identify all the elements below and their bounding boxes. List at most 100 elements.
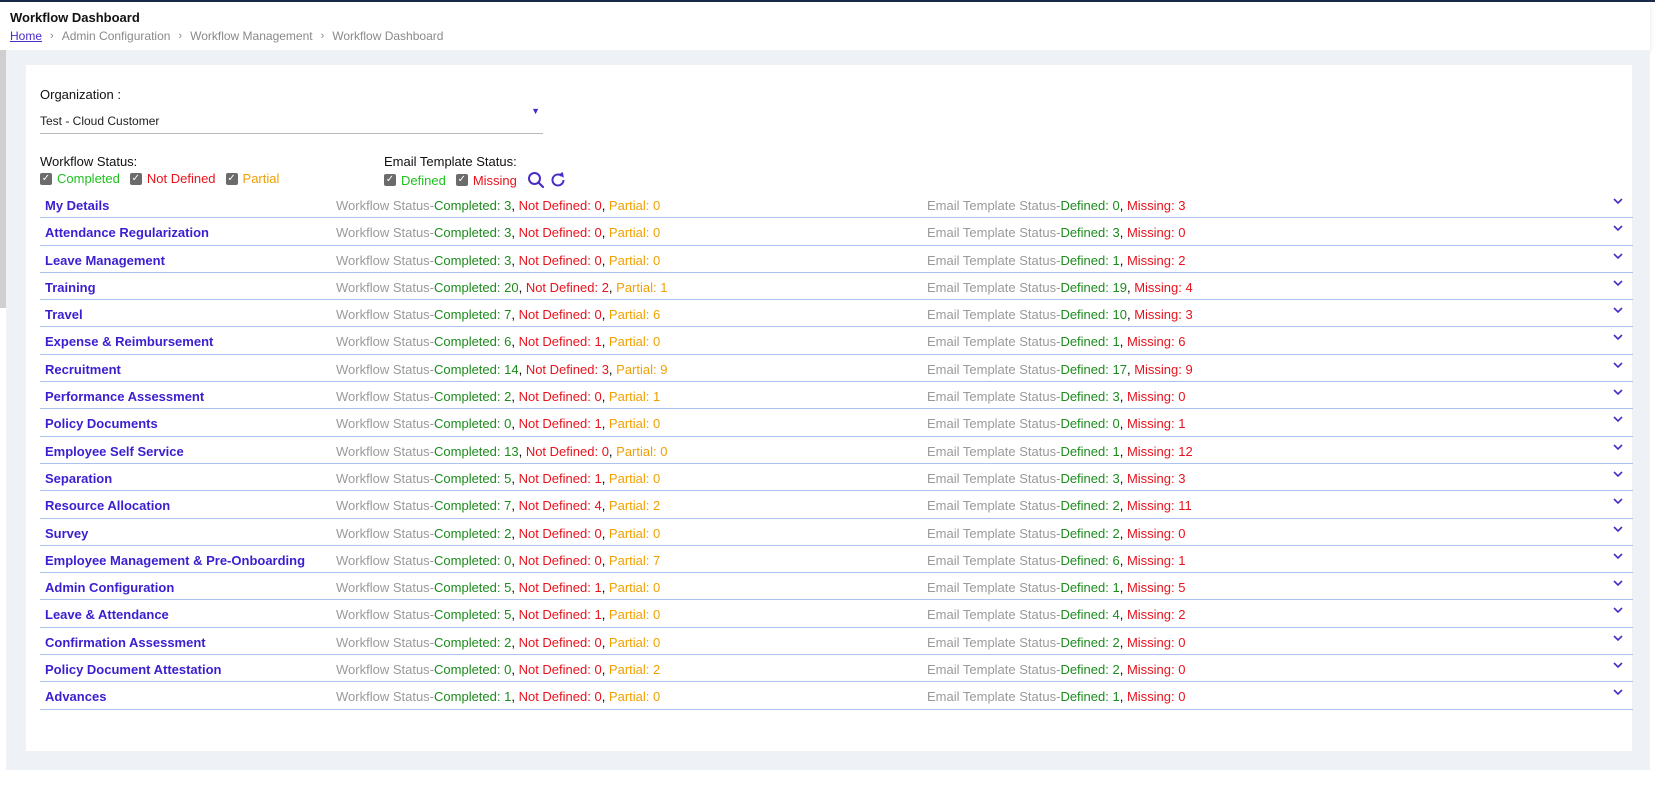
table-row[interactable]: Leave & Attendance Workflow Status-Compl… [40, 600, 1633, 628]
table-row[interactable]: Survey Workflow Status-Completed: 2, Not… [40, 519, 1633, 546]
workflow-status-summary: Workflow Status-Completed: 0, Not Define… [336, 416, 661, 432]
module-name-link[interactable]: Resource Allocation [45, 498, 170, 513]
email-template-status-summary: Email Template Status-Defined: 0, Missin… [927, 198, 1186, 213]
chevron-down-icon[interactable] [1613, 602, 1623, 617]
table-row[interactable]: Travel Workflow Status-Completed: 7, Not… [40, 300, 1633, 328]
email-template-status-summary: Email Template Status-Defined: 1, Missin… [927, 443, 1193, 459]
breadcrumb-admin-configuration[interactable]: Admin Configuration [62, 29, 171, 43]
email-template-status-summary: Email Template Status-Defined: 17, Missi… [927, 361, 1193, 377]
missing-label: Missing [472, 172, 517, 188]
module-name-link[interactable]: Employee Self Service [45, 444, 184, 459]
table-row[interactable]: Attendance Regularization Workflow Statu… [40, 218, 1633, 246]
module-name-link[interactable]: Employee Management & Pre-Onboarding [45, 553, 305, 568]
module-name-link[interactable]: Survey [45, 526, 88, 541]
workflow-status-summary: Workflow Status-Completed: 2, Not Define… [336, 634, 661, 650]
table-row[interactable]: Leave Management Workflow Status-Complet… [40, 246, 1633, 273]
organization-value: Test - Cloud Customer [40, 114, 160, 128]
email-template-status-summary: Email Template Status-Defined: 2, Missin… [927, 634, 1186, 650]
not-defined-checkbox[interactable]: ✓ [129, 172, 142, 185]
module-name-link[interactable]: Attendance Regularization [45, 225, 209, 240]
email-template-status-label: Email Template Status: [384, 154, 517, 169]
module-name-link[interactable]: Policy Document Attestation [45, 662, 221, 677]
email-template-status-summary: Email Template Status-Defined: 2, Missin… [927, 498, 1192, 514]
table-row[interactable]: Policy Document Attestation Workflow Sta… [40, 655, 1633, 683]
chevron-down-icon[interactable] [1613, 548, 1623, 563]
table-row[interactable]: Advances Workflow Status-Completed: 1, N… [40, 682, 1633, 710]
workflow-status-summary: Workflow Status-Completed: 7, Not Define… [336, 307, 661, 323]
workflow-status-summary: Workflow Status-Completed: 3, Not Define… [336, 198, 661, 213]
module-name-link[interactable]: Expense & Reimbursement [45, 334, 213, 349]
email-template-status-summary: Email Template Status-Defined: 4, Missin… [927, 607, 1186, 623]
dashboard-card: Organization : Test - Cloud Customer ▼ W… [26, 65, 1633, 751]
caret-down-icon: ▼ [531, 106, 540, 116]
breadcrumb-workflow-management[interactable]: Workflow Management [190, 29, 313, 43]
workflow-status-summary: Workflow Status-Completed: 3, Not Define… [336, 252, 661, 268]
defined-checkbox[interactable]: ✓ [384, 174, 396, 186]
table-row[interactable]: Training Workflow Status-Completed: 20, … [40, 273, 1633, 301]
completed-checkbox[interactable]: ✓ [40, 172, 52, 185]
module-name-link[interactable]: Performance Assessment [45, 389, 204, 404]
table-row[interactable]: Employee Management & Pre-Onboarding Wor… [40, 546, 1633, 574]
completed-label: Completed [57, 171, 120, 186]
chevron-down-icon[interactable] [1613, 411, 1623, 426]
module-name-link[interactable]: Training [45, 280, 96, 295]
module-name-link[interactable]: Leave Management [45, 253, 165, 268]
table-row[interactable]: Confirmation Assessment Workflow Status-… [40, 628, 1633, 656]
module-name-link[interactable]: Leave & Attendance [45, 607, 169, 622]
email-template-status-summary: Email Template Status-Defined: 1, Missin… [927, 689, 1186, 705]
refresh-icon[interactable] [549, 171, 567, 189]
chevron-down-icon[interactable] [1613, 193, 1623, 208]
organization-label: Organization : [40, 87, 121, 102]
chevron-down-icon[interactable] [1613, 493, 1623, 508]
table-row[interactable]: Performance Assessment Workflow Status-C… [40, 382, 1633, 410]
partial-label: Partial [242, 171, 280, 186]
chevron-down-icon[interactable] [1613, 521, 1623, 536]
module-name-link[interactable]: Policy Documents [45, 416, 158, 431]
chevron-down-icon[interactable] [1613, 657, 1623, 672]
partial-checkbox[interactable]: ✓ [225, 172, 238, 185]
module-name-link[interactable]: Advances [45, 689, 106, 704]
email-template-status-summary: Email Template Status-Defined: 0, Missin… [927, 416, 1186, 432]
module-name-link[interactable]: Admin Configuration [45, 580, 174, 595]
chevron-down-icon[interactable] [1613, 220, 1623, 235]
chevron-down-icon[interactable] [1613, 248, 1623, 263]
table-row[interactable]: Recruitment Workflow Status-Completed: 1… [40, 355, 1633, 383]
organization-select[interactable]: Test - Cloud Customer ▼ [40, 106, 543, 134]
table-row[interactable]: Expense & Reimbursement Workflow Status-… [40, 327, 1633, 355]
chevron-down-icon[interactable] [1613, 329, 1623, 344]
workflow-status-summary: Workflow Status-Completed: 1, Not Define… [336, 689, 661, 705]
module-name-link[interactable]: My Details [45, 198, 109, 213]
chevron-down-icon[interactable] [1613, 630, 1623, 645]
module-name-link[interactable]: Separation [45, 471, 112, 486]
workflow-status-summary: Workflow Status-Completed: 14, Not Defin… [336, 361, 668, 377]
chevron-down-icon[interactable] [1613, 384, 1623, 399]
chevron-down-icon[interactable] [1613, 302, 1623, 317]
module-name-link[interactable]: Confirmation Assessment [45, 635, 206, 650]
workflow-status-summary: Workflow Status-Completed: 5, Not Define… [336, 580, 661, 596]
email-template-status-summary: Email Template Status-Defined: 3, Missin… [927, 389, 1186, 405]
search-icon[interactable] [527, 171, 545, 189]
breadcrumb-home[interactable]: Home [10, 29, 42, 43]
missing-checkbox[interactable]: ✓ [455, 174, 468, 186]
workflow-status-summary: Workflow Status-Completed: 13, Not Defin… [336, 443, 668, 459]
breadcrumb-workflow-dashboard: Workflow Dashboard [332, 29, 444, 43]
chevron-down-icon[interactable] [1613, 275, 1623, 290]
email-template-status-summary: Email Template Status-Defined: 1, Missin… [927, 252, 1186, 268]
table-row[interactable]: Policy Documents Workflow Status-Complet… [40, 409, 1633, 437]
table-row[interactable]: Resource Allocation Workflow Status-Comp… [40, 491, 1633, 519]
defined-label: Defined [401, 172, 446, 188]
table-row[interactable]: Separation Workflow Status-Completed: 5,… [40, 464, 1633, 492]
workflow-status-filters: ✓ Completed ✓ Not Defined ✓ Partial [40, 171, 289, 186]
table-row[interactable]: Employee Self Service Workflow Status-Co… [40, 437, 1633, 464]
workflow-status-label: Workflow Status: [40, 154, 138, 169]
chevron-down-icon[interactable] [1613, 575, 1623, 590]
chevron-down-icon[interactable] [1613, 439, 1623, 454]
email-template-status-summary: Email Template Status-Defined: 2, Missin… [927, 525, 1186, 541]
module-name-link[interactable]: Travel [45, 307, 83, 322]
module-name-link[interactable]: Recruitment [45, 362, 121, 377]
chevron-down-icon[interactable] [1613, 684, 1623, 699]
chevron-down-icon[interactable] [1613, 466, 1623, 481]
table-row[interactable]: My Details Workflow Status-Completed: 3,… [40, 191, 1633, 219]
chevron-down-icon[interactable] [1613, 357, 1623, 372]
table-row[interactable]: Admin Configuration Workflow Status-Comp… [40, 573, 1633, 601]
